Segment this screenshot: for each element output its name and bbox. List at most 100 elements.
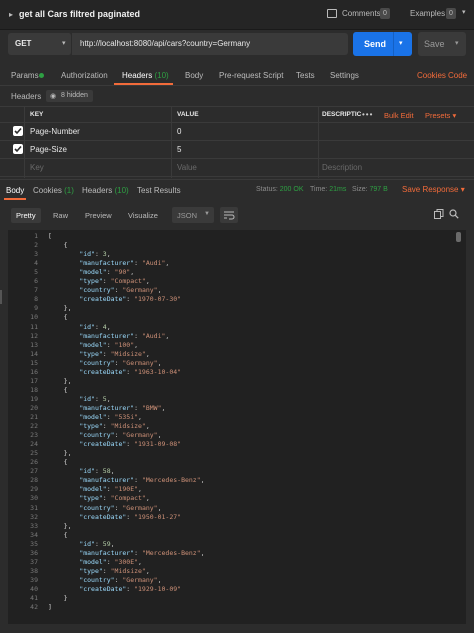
- visualize-button[interactable]: Visualize: [123, 208, 163, 223]
- code-line: "model": "100",: [79, 340, 139, 349]
- comments-icon[interactable]: [327, 9, 337, 18]
- code-line: },: [48, 376, 72, 385]
- column-header-description: DESCRIPTIC: [322, 111, 362, 118]
- tab-prerequest-script[interactable]: Pre-request Script: [219, 71, 283, 80]
- chevron-right-icon[interactable]: ▸: [9, 10, 13, 19]
- save-dropdown-icon[interactable]: ▾: [455, 39, 459, 47]
- tab-headers[interactable]: Headers (10): [122, 71, 169, 80]
- line-number: 14: [30, 349, 38, 358]
- line-number: 15: [30, 358, 38, 367]
- response-tab-headers[interactable]: Headers (10): [82, 186, 129, 195]
- line-number: 5: [34, 268, 38, 277]
- raw-button[interactable]: Raw: [48, 208, 73, 223]
- send-dropdown-icon[interactable]: ▾: [399, 39, 403, 47]
- save-button[interactable]: Save ▾: [418, 32, 466, 56]
- new-description-input[interactable]: Description: [322, 163, 362, 172]
- code-line: "type": "Compact",: [79, 494, 150, 503]
- save-response-dropdown[interactable]: Save Response ▾: [402, 185, 465, 194]
- code-line: "model": "190E",: [79, 485, 142, 494]
- line-number: 11: [30, 322, 38, 331]
- send-label: Send: [364, 39, 387, 49]
- bulk-edit-link[interactable]: Bulk Edit: [384, 111, 414, 120]
- chevron-down-icon: ▾: [62, 40, 66, 47]
- send-divider: [393, 32, 394, 56]
- active-tab-underline: [114, 83, 173, 85]
- comments-label[interactable]: Comments: [342, 9, 381, 18]
- line-number: 41: [30, 594, 38, 602]
- code-line: {: [48, 313, 68, 322]
- code-line: "type": "Compact",: [79, 277, 150, 286]
- status-readout: Status: 200 OK: [256, 186, 304, 193]
- checkmark-icon: [14, 127, 22, 135]
- format-select[interactable]: JSON ▼: [172, 207, 214, 223]
- response-tab-body[interactable]: Body: [6, 186, 24, 195]
- editor-scrollbar[interactable]: [456, 232, 461, 242]
- params-active-dot: [39, 73, 44, 78]
- code-line: "country": "Germany",: [79, 286, 162, 295]
- eye-icon: ◉: [50, 93, 57, 100]
- line-number: 9: [34, 304, 38, 313]
- code-line: "model": "90",: [79, 268, 135, 277]
- line-number: 33: [30, 521, 38, 530]
- examples-label[interactable]: Examples: [410, 9, 445, 18]
- code-line: "createDate": "1950-01-27": [79, 512, 182, 521]
- hidden-headers-toggle[interactable]: ◉ 8 hidden: [46, 90, 93, 102]
- response-tab-cookies[interactable]: Cookies (1): [33, 186, 74, 195]
- tab-body[interactable]: Body: [185, 71, 203, 80]
- presets-dropdown[interactable]: Presets ▾: [425, 111, 456, 120]
- code-line: {: [48, 385, 68, 394]
- tab-authorization[interactable]: Authorization: [61, 71, 108, 80]
- line-number: 38: [30, 566, 38, 575]
- preview-button[interactable]: Preview: [80, 208, 117, 223]
- sidebar-resize-handle[interactable]: [0, 290, 2, 304]
- code-line: "id": 3,: [79, 250, 111, 259]
- code-line: "id": 5,: [79, 394, 111, 403]
- copy-icon[interactable]: [434, 209, 444, 221]
- line-number: 32: [30, 512, 38, 521]
- method-select[interactable]: GET ▾: [8, 33, 72, 55]
- more-options-icon[interactable]: •••: [362, 110, 373, 119]
- line-number: 30: [30, 494, 38, 503]
- response-tab-test-results[interactable]: Test Results: [137, 186, 181, 195]
- tab-headers-count: (10): [154, 71, 169, 80]
- hidden-headers-label: 8 hidden: [61, 92, 88, 99]
- line-number: 37: [30, 557, 38, 566]
- param-key[interactable]: Page-Number: [30, 127, 80, 136]
- line-number: 8: [34, 295, 38, 304]
- line-number: 40: [30, 584, 38, 593]
- search-icon[interactable]: [449, 209, 459, 221]
- cookies-link[interactable]: Cookies: [417, 71, 446, 80]
- tab-params[interactable]: Params: [11, 71, 39, 80]
- tab-tests[interactable]: Tests: [296, 71, 315, 80]
- request-title[interactable]: get all Cars filtred paginated: [19, 9, 140, 19]
- line-number: 17: [30, 376, 38, 385]
- code-line: [: [48, 232, 52, 240]
- examples-count-badge: 0: [446, 8, 456, 19]
- row-checkbox[interactable]: [13, 144, 23, 154]
- line-number: 39: [30, 575, 38, 584]
- line-number: 3: [34, 250, 38, 259]
- url-input[interactable]: http://localhost:8080/api/cars?country=G…: [72, 33, 348, 55]
- line-number: 12: [30, 331, 38, 340]
- examples-dropdown-icon[interactable]: ▾: [462, 8, 466, 16]
- line-number: 19: [30, 394, 38, 403]
- comments-count-badge: 0: [380, 8, 390, 19]
- tab-settings[interactable]: Settings: [330, 71, 359, 80]
- send-button[interactable]: Send ▾: [353, 32, 412, 56]
- new-value-input[interactable]: Value: [177, 163, 197, 172]
- code-line: },: [48, 304, 72, 313]
- code-line: "manufacturer": "BMW",: [79, 403, 166, 412]
- line-number: 4: [34, 259, 38, 268]
- pretty-button[interactable]: Pretty: [11, 208, 41, 223]
- code-link[interactable]: Code: [448, 71, 467, 80]
- wrap-lines-button[interactable]: [220, 207, 238, 223]
- param-key[interactable]: Page-Size: [30, 145, 67, 154]
- param-value[interactable]: 5: [177, 145, 181, 154]
- param-value[interactable]: 0: [177, 127, 181, 136]
- line-number: 22: [30, 422, 38, 431]
- column-header-value: VALUE: [177, 111, 199, 118]
- row-checkbox[interactable]: [13, 126, 23, 136]
- new-key-input[interactable]: Key: [30, 163, 44, 172]
- code-line: "type": "Midsize",: [79, 349, 150, 358]
- presets-label: Presets: [425, 111, 451, 120]
